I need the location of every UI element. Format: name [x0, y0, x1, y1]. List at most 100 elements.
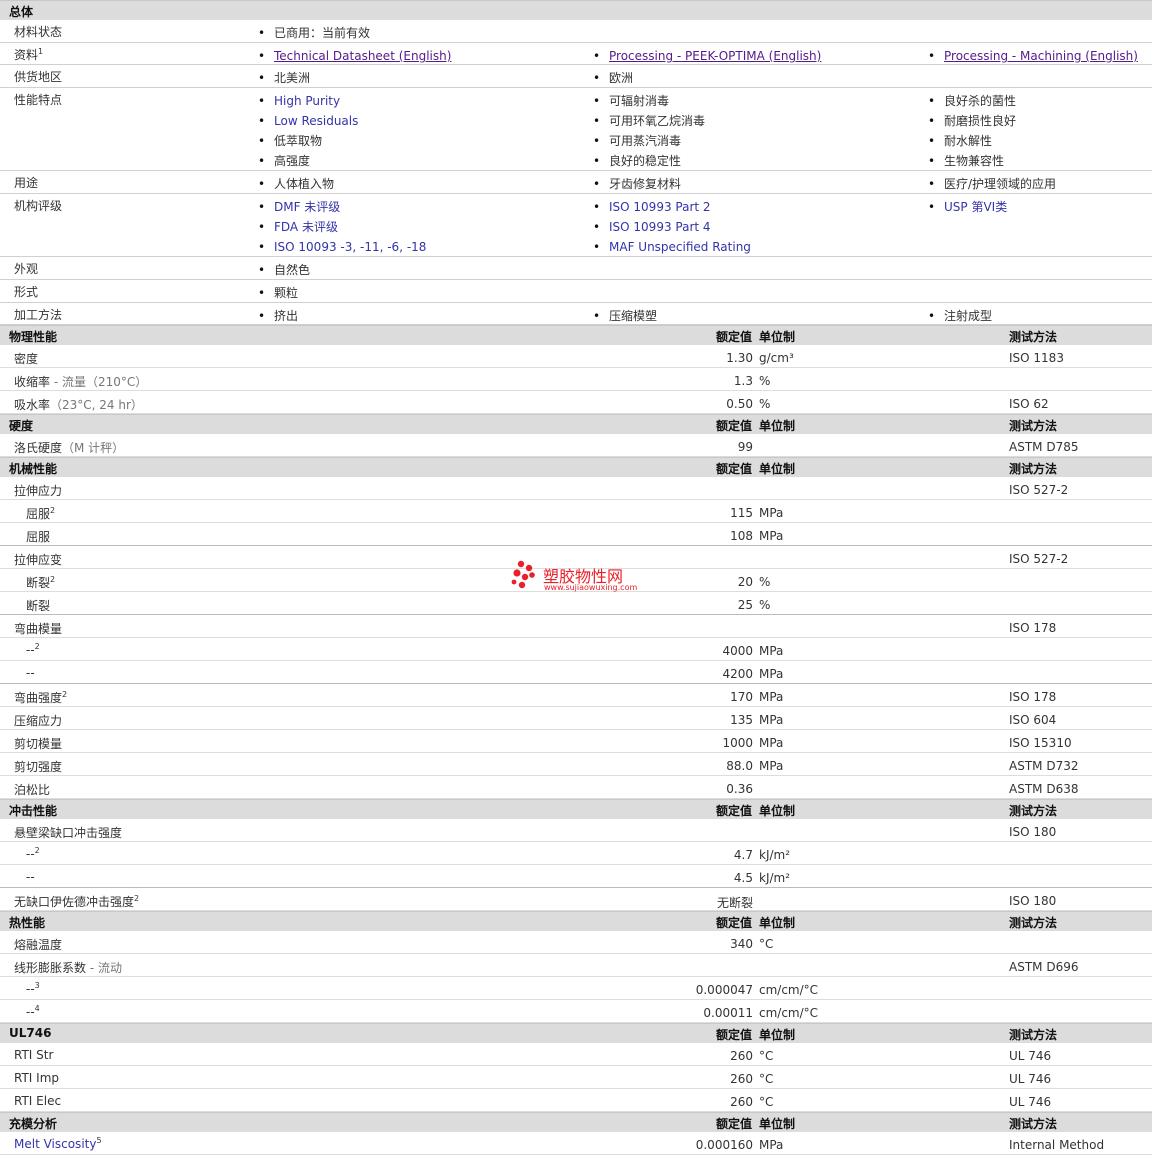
property-name: 屈服 [26, 507, 51, 521]
property-name: 弯曲强度 [14, 691, 63, 705]
bullet-icon: • [593, 220, 601, 234]
section-header: UL746 额定值 单位制 测试方法 [0, 1023, 1152, 1043]
bullet-text: 欧洲 [609, 71, 634, 85]
bullet-icon: • [593, 49, 601, 63]
bullet-item: • 耐磨损性良好 [928, 111, 1016, 131]
overview-column: • USP 第VI类 [928, 197, 1007, 217]
header-unit: 单位制 [759, 330, 796, 344]
bullet-text: 良好杀的菌性 [944, 94, 1017, 108]
bullet-item: • 良好的稳定性 [593, 151, 705, 171]
overview-column: • 欧洲 [593, 68, 633, 88]
property-row: 密度 1.30 g/cm³ ISO 1183 [0, 345, 1152, 368]
bullet-text: 注射成型 [944, 309, 993, 323]
property-label: 无缺口伊佐德冲击强度2 [14, 893, 139, 910]
property-value: 1.30 [726, 351, 753, 365]
property-name: -- [26, 870, 35, 884]
overview-label-text: 材料状态 [14, 25, 63, 39]
header-method: 测试方法 [1009, 462, 1058, 476]
property-row: RTI Elec 260 °C UL 746 [0, 1089, 1152, 1112]
property-name: 断裂 [26, 576, 51, 590]
property-unit: °C [759, 1072, 774, 1086]
footnote-marker: 5 [96, 1136, 102, 1145]
overview-row: 供货地区 • 北美洲 • 欧洲 [0, 65, 1152, 88]
overview-column: • 注射成型 [928, 306, 992, 326]
property-unit: MPa [759, 736, 784, 750]
bullet-text: DMF 未评级 [274, 200, 341, 214]
bullet-icon: • [258, 240, 266, 254]
bullet-item: • High Purity [258, 91, 358, 111]
bullet-text: 自然色 [274, 263, 311, 277]
property-row: 屈服 108 MPa [0, 523, 1152, 546]
bullet-item: • 高强度 [258, 151, 358, 171]
test-method: ISO 178 [1009, 621, 1057, 635]
bullet-item: • 人体植入物 [258, 174, 334, 194]
property-unit: MPa [759, 759, 784, 773]
property-unit: MPa [759, 529, 784, 543]
property-condition: （M 计秤） [62, 441, 125, 455]
bullet-icon: • [258, 309, 266, 323]
bullet-item: • 低萃取物 [258, 131, 358, 151]
property-label: 断裂2 [26, 574, 55, 591]
overview-column: • 人体植入物 [258, 174, 334, 194]
bullet-icon: • [258, 49, 266, 63]
overview-label-text: 加工方法 [14, 308, 63, 322]
footnote-marker: 2 [134, 894, 140, 903]
bullet-item: • Technical Datasheet (English) [258, 46, 451, 66]
header-unit: 单位制 [759, 916, 796, 930]
property-row: 泊松比 0.36 ASTM D638 [0, 776, 1152, 799]
bullet-item: • 可用环氧乙烷消毒 [593, 111, 705, 131]
header-method: 测试方法 [1009, 1117, 1058, 1131]
test-method: UL 746 [1009, 1072, 1052, 1086]
overview-label-text: 供货地区 [14, 70, 63, 84]
property-value: 260 [730, 1072, 753, 1086]
property-condition: - 流量（210°C） [50, 375, 148, 389]
bullet-item: • 牙齿修复材料 [593, 174, 681, 194]
overview-row: 材料状态 • 已商用：当前有效 [0, 20, 1152, 43]
property-row: RTI Imp 260 °C UL 746 [0, 1066, 1152, 1089]
document-link[interactable]: Processing - Machining (English) [944, 49, 1138, 63]
overview-row: 机构评级 • DMF 未评级 • FDA 未评级 • ISO 10093 -3, -11, … [0, 194, 1152, 257]
bullet-icon: • [928, 114, 936, 128]
property-label: --3 [26, 982, 40, 997]
document-link[interactable]: Technical Datasheet (English) [274, 49, 451, 63]
property-unit: MPa [759, 667, 784, 681]
overview-column: • Technical Datasheet (English) [258, 46, 451, 66]
overview-row: 性能特点 • High Purity • Low Residuals • 低萃取物 • 高强度 •… [0, 88, 1152, 171]
section-header-overview: 总体 [0, 0, 1152, 20]
header-unit: 单位制 [759, 1117, 796, 1131]
bullet-item: • ISO 10093 -3, -11, -6, -18 [258, 237, 426, 257]
property-name: 拉伸应变 [14, 553, 63, 567]
bullet-icon: • [593, 114, 601, 128]
property-name: -- [26, 643, 35, 657]
property-value: 4.7 [733, 848, 753, 862]
bullet-icon: • [258, 154, 266, 168]
overview-column: • Processing - PEEK-OPTIMA (English) [593, 46, 821, 66]
property-row: RTI Str 260 °C UL 746 [0, 1043, 1152, 1066]
property-condition: （23°C, 24 hr） [50, 398, 143, 412]
bullet-icon: • [928, 49, 936, 63]
bullet-icon: • [258, 177, 266, 191]
header-unit: 单位制 [759, 804, 796, 818]
property-name: 屈服 [26, 530, 51, 544]
bullet-item: • 挤出 [258, 306, 298, 326]
property-unit: % [759, 397, 771, 411]
overview-column: • 自然色 [258, 260, 310, 280]
property-row: --2 4000 MPa [0, 638, 1152, 661]
overview-label-text: 形式 [14, 285, 39, 299]
bullet-icon: • [928, 200, 936, 214]
overview-row: 形式 • 颗粒 [0, 280, 1152, 303]
property-value: 0.00011 [703, 1006, 753, 1020]
property-row: 压缩应力 135 MPa ISO 604 [0, 707, 1152, 730]
bullet-item: • 良好杀的菌性 [928, 91, 1016, 111]
bullet-item: • 自然色 [258, 260, 310, 280]
property-label: --4 [26, 1005, 40, 1020]
property-value: 115 [730, 506, 753, 520]
property-row: 弯曲模量 ISO 178 [0, 615, 1152, 638]
section-header: 热性能 额定值 单位制 测试方法 [0, 911, 1152, 931]
bullet-icon: • [928, 154, 936, 168]
bullet-text: FDA 未评级 [274, 220, 338, 234]
bullet-item: • 注射成型 [928, 306, 992, 326]
overview-column: • 北美洲 [258, 68, 310, 88]
document-link[interactable]: Processing - PEEK-OPTIMA (English) [609, 49, 821, 63]
bullet-icon: • [258, 71, 266, 85]
